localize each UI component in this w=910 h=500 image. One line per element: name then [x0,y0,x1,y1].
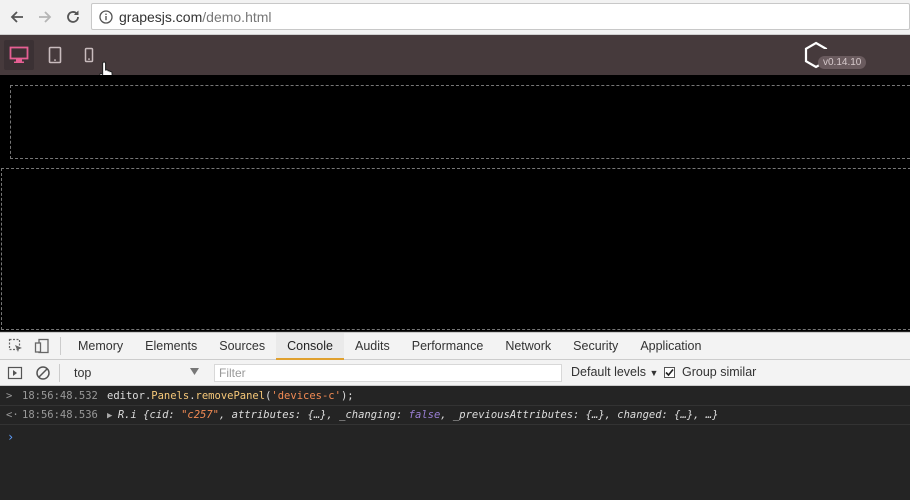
context-selector[interactable]: top [68,366,208,380]
result-chevron-icon: <· [6,409,19,421]
dropdown-arrow-icon: ▼ [649,368,659,378]
browser-toolbar: grapesjs.com/demo.html [0,0,910,35]
log-levels-dropdown[interactable]: Default levels ▼ [571,365,658,379]
forward-button[interactable] [34,6,56,28]
result-type: R.i [117,409,137,421]
desktop-icon [9,46,29,63]
result-boolean: false [408,409,441,421]
forward-arrow-icon [39,11,52,23]
input-chevron-icon: > [6,390,13,402]
code-method: removePanel [195,390,266,402]
device-toolbar-icon[interactable] [34,338,50,354]
back-button[interactable] [6,6,28,28]
console-prompt-icon[interactable]: › [7,430,14,444]
tab-performance[interactable]: Performance [401,333,495,360]
group-similar-option[interactable]: Group similar [664,365,756,379]
url-host: grapesjs.com [119,8,203,25]
show-sidebar-icon[interactable] [7,365,23,381]
console-result-line[interactable]: <· 18:56:48.536 ▶ R.i {cid: "c257", attr… [0,406,910,425]
expand-triangle-icon[interactable]: ▶ [107,411,118,421]
version-badge: v0.14.10 [818,56,867,69]
reload-button[interactable] [62,6,84,28]
code-property: Panels [151,390,190,402]
tab-audits[interactable]: Audits [344,333,401,360]
tab-console[interactable]: Console [276,332,344,360]
dropdown-arrow-icon[interactable] [190,368,199,375]
group-similar-checkbox[interactable] [664,366,675,378]
back-arrow-icon [10,11,23,23]
url-text: grapesjs.com/demo.html [119,9,272,25]
tablet-icon [48,46,62,64]
result-text: , attributes: {…}, _changing: [219,409,409,421]
tab-network[interactable]: Network [494,333,562,360]
device-desktop-button[interactable] [4,40,34,70]
clear-console-icon[interactable] [35,365,51,381]
result-string: "c257" [181,409,220,421]
group-similar-label: Group similar [682,365,757,379]
device-tablet-button[interactable] [40,40,70,70]
filter-input[interactable]: Filter [214,364,562,382]
devtools-tab-bar: Memory Elements Sources Console Audits P… [0,332,910,360]
mobile-icon [84,47,94,63]
code-object: editor [107,390,145,402]
result-text: {cid: [136,409,182,421]
canvas-block[interactable] [1,168,910,330]
editor-panel: v0.14.10 [0,35,910,83]
console-input-line: > 18:56:48.532 editor.Panels.removePanel… [0,387,910,406]
address-bar[interactable]: grapesjs.com/demo.html [91,3,910,30]
tab-sources[interactable]: Sources [208,333,276,360]
info-icon[interactable] [99,9,113,24]
toolbar-divider [60,337,61,355]
toolbar-divider [59,363,60,382]
console-code: editor.Panels.removePanel('devices-c'); [107,387,354,406]
code-paren: ); [340,390,354,402]
timestamp: 18:56:48.532 [22,390,98,402]
reload-icon [67,10,79,23]
canvas-block[interactable] [10,85,910,159]
tab-elements[interactable]: Elements [134,333,208,360]
timestamp: 18:56:48.536 [22,409,98,421]
inspect-element-icon[interactable] [8,338,24,354]
levels-label: Default levels [571,365,647,379]
console-output[interactable]: > 18:56:48.532 editor.Panels.removePanel… [0,387,910,500]
tab-application[interactable]: Application [629,333,712,360]
tab-memory[interactable]: Memory [67,333,134,360]
result-text: , _previousAttributes: {…}, changed: {…}… [440,409,719,421]
console-result[interactable]: ▶ R.i {cid: "c257", attributes: {…}, _ch… [107,406,718,426]
devtools-tabs: Memory Elements Sources Console Audits P… [67,332,712,360]
console-toolbar: top Filter Default levels ▼ Group simila… [0,360,910,386]
tab-security[interactable]: Security [562,333,629,360]
checkmark-icon [665,368,674,376]
code-string: 'devices-c' [271,390,341,402]
context-value: top [74,365,92,380]
editor-canvas[interactable] [0,75,910,331]
url-path: /demo.html [202,8,272,25]
